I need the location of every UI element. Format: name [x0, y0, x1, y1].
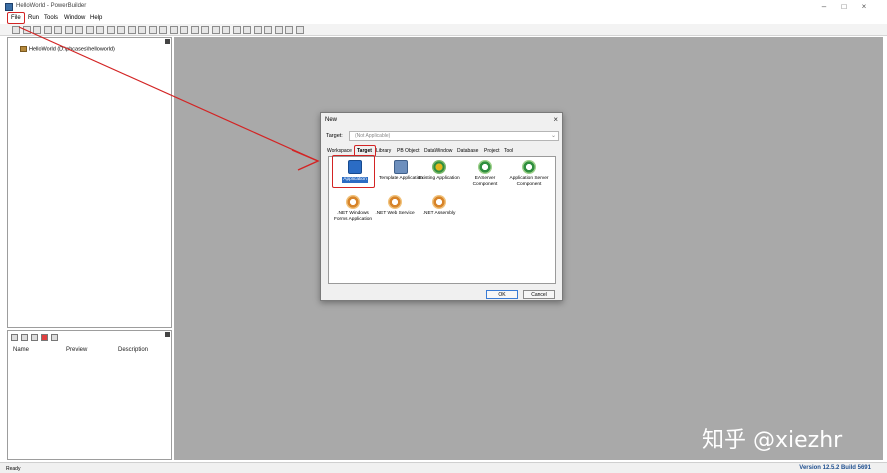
item-easerver-component[interactable]: EAServer Component: [463, 160, 507, 188]
ok-button[interactable]: OK: [486, 290, 518, 299]
panel-pin-icon[interactable]: [165, 39, 170, 44]
title-bar: HelloWorld - PowerBuilder – □ ×: [0, 0, 887, 14]
close-window-button[interactable]: ×: [857, 2, 871, 12]
toolbar-button-icon[interactable]: [12, 26, 20, 34]
status-text: Ready: [6, 466, 21, 472]
application-item-highlight: [332, 155, 375, 188]
dialog-close-icon[interactable]: ×: [553, 115, 558, 124]
item-application-server-component[interactable]: Application Server Component: [505, 160, 553, 188]
toolbar-button-icon[interactable]: [190, 26, 199, 34]
toolbar-button-icon[interactable]: [159, 26, 167, 34]
item-net-assembly[interactable]: .NET Assembly: [417, 195, 461, 217]
tab-workspace[interactable]: Workspace: [327, 148, 352, 154]
column-name[interactable]: Name: [13, 347, 29, 353]
toolbar-button-icon[interactable]: [211, 26, 220, 34]
target-select-value: (Not Applicable): [355, 133, 391, 139]
clip-toolbar: [9, 334, 89, 344]
target-select[interactable]: (Not Applicable) ⌄: [349, 131, 559, 141]
tab-project[interactable]: Project: [484, 148, 500, 154]
edit-clip-icon[interactable]: [21, 334, 28, 341]
tab-pb-object[interactable]: PB Object: [397, 148, 420, 154]
toolbar-button-icon[interactable]: [285, 26, 293, 34]
toolbar-button-icon[interactable]: [117, 26, 125, 34]
item-label: .NET Windows Forms Application: [333, 211, 373, 222]
toolbar-button-icon[interactable]: [148, 26, 157, 34]
maximize-button[interactable]: □: [837, 2, 851, 12]
existing-application-icon: [432, 160, 446, 174]
target-label: Target:: [326, 133, 343, 139]
toolbar-button-icon[interactable]: [180, 26, 188, 34]
dialog-title: New: [325, 117, 338, 123]
new-clip-icon[interactable]: [11, 334, 18, 341]
column-description[interactable]: Description: [118, 347, 148, 353]
minimize-button[interactable]: –: [817, 2, 831, 12]
menu-help[interactable]: Help: [90, 15, 102, 21]
item-label: EAServer Component: [472, 176, 498, 187]
properties-clip-icon[interactable]: [51, 334, 58, 341]
item-label: Existing Application: [418, 176, 460, 181]
toolbar-button-icon[interactable]: [127, 26, 136, 34]
toolbar-button-icon[interactable]: [295, 26, 304, 34]
toolbar-button-icon[interactable]: [33, 26, 41, 34]
toolbar-button-icon[interactable]: [243, 26, 251, 34]
tree-item-helloworld[interactable]: HelloWorld (D:\pbcases\helloworld): [20, 46, 115, 52]
menu-bar: File Run Tools Window Help: [0, 12, 887, 24]
toolbar-button-icon[interactable]: [222, 26, 230, 34]
menu-window[interactable]: Window: [64, 15, 85, 21]
toolbar-button-icon[interactable]: [75, 26, 83, 34]
net-windows-forms-icon: [346, 195, 360, 209]
toolbar-button-icon[interactable]: [54, 26, 62, 34]
toolbar-button-icon[interactable]: [138, 26, 146, 34]
toolbar-button-icon[interactable]: [64, 26, 73, 34]
column-preview[interactable]: Preview: [66, 347, 87, 353]
watermark: 知乎 @xiezhr: [702, 428, 843, 453]
item-label: Application Server Component: [509, 176, 549, 187]
item-net-windows-forms[interactable]: .NET Windows Forms Application: [331, 195, 375, 223]
panel-pin-icon[interactable]: [165, 332, 170, 337]
tab-database[interactable]: Database: [457, 148, 478, 154]
item-existing-application[interactable]: Existing Application: [415, 160, 463, 182]
toolbar-button-icon[interactable]: [232, 26, 241, 34]
powerbuilder-app-icon: [5, 3, 13, 11]
tree-item-label: HelloWorld (D:\pbcases\helloworld): [29, 46, 115, 53]
cancel-button[interactable]: Cancel: [523, 290, 555, 299]
toolbar-button-icon[interactable]: [169, 26, 178, 34]
system-tree-panel: HelloWorld (D:\pbcases\helloworld): [7, 37, 172, 328]
tab-tool[interactable]: Tool: [504, 148, 513, 154]
tab-library[interactable]: Library: [376, 148, 391, 154]
workspace-icon: [20, 46, 27, 52]
new-dialog: New × Target: (Not Applicable) ⌄ Workspa…: [320, 112, 563, 301]
item-label: .NET Assembly: [422, 211, 456, 216]
toolbar-button-icon[interactable]: [96, 26, 104, 34]
item-net-web-service[interactable]: .NET Web Service: [373, 195, 417, 217]
menu-tools[interactable]: Tools: [44, 15, 58, 21]
window-title: HelloWorld - PowerBuilder: [16, 3, 87, 9]
toolbar-button-icon[interactable]: [85, 26, 94, 34]
chevron-down-icon: ⌄: [550, 133, 556, 139]
toolbar-button-icon[interactable]: [106, 26, 115, 34]
file-menu-highlight: [7, 12, 25, 24]
delete-clip-icon[interactable]: [41, 334, 48, 341]
toolbar-button-icon[interactable]: [264, 26, 272, 34]
toolbar-button-icon[interactable]: [43, 26, 52, 34]
toolbar-button-icon[interactable]: [22, 26, 31, 34]
item-label: .NET Web Service: [375, 211, 415, 216]
menu-run[interactable]: Run: [28, 15, 39, 21]
tab-datawindow[interactable]: DataWindow: [424, 148, 452, 154]
version-label: Version 12.5.2 Build 5691: [799, 465, 871, 471]
easerver-component-icon: [478, 160, 492, 174]
toolbar-button-icon[interactable]: [253, 26, 262, 34]
main-toolbar: [0, 24, 887, 36]
clip-panel: Name Preview Description: [7, 330, 172, 460]
toolbar-button-icon[interactable]: [201, 26, 209, 34]
application-server-component-icon: [522, 160, 536, 174]
template-application-icon: [394, 160, 408, 174]
status-bar: Ready Version 12.5.2 Build 5691: [0, 462, 887, 473]
net-assembly-icon: [432, 195, 446, 209]
net-web-service-icon: [388, 195, 402, 209]
copy-clip-icon[interactable]: [31, 334, 38, 341]
toolbar-button-icon[interactable]: [274, 26, 283, 34]
